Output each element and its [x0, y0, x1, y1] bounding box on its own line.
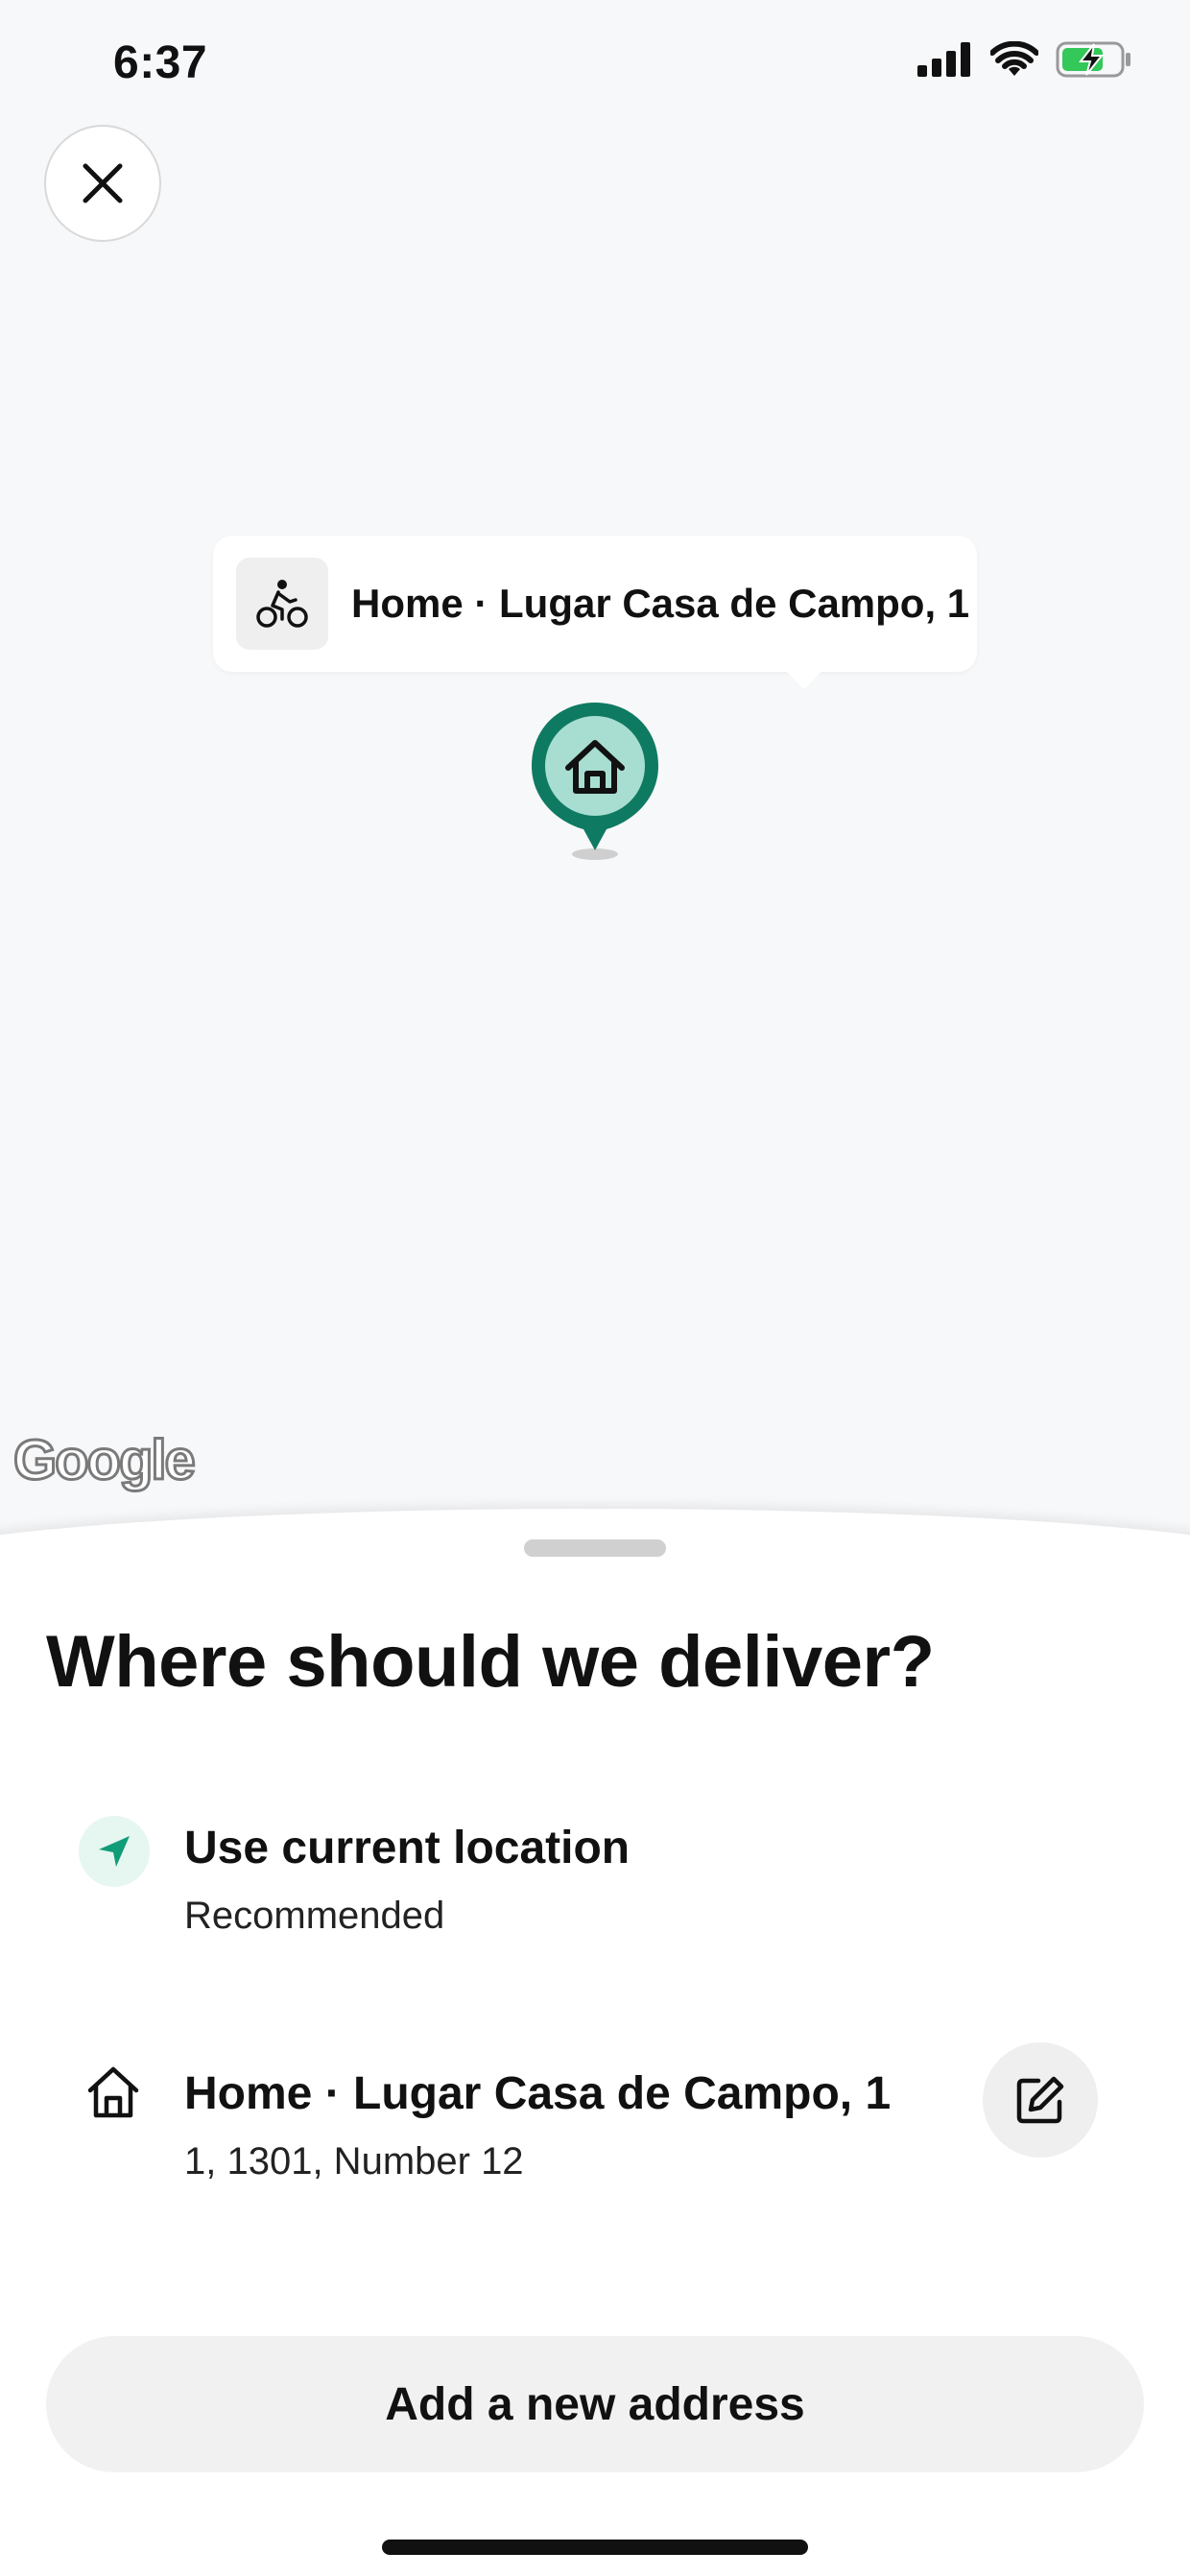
navigation-arrow-icon — [99, 1836, 130, 1867]
add-new-address-button[interactable]: Add a new address — [46, 2336, 1144, 2472]
edit-address-button[interactable] — [983, 2042, 1098, 2158]
current-location-title: Use current location — [184, 1823, 631, 1873]
sheet-drag-handle[interactable] — [524, 1539, 666, 1557]
wifi-icon — [990, 41, 1038, 76]
saved-address-home[interactable]: Home · Lugar Casa de Campo, 1 1, 1301, N… — [0, 2042, 1190, 2215]
delivery-address-screen: 6:37 Home · Lugar Casa de Campo, 1 Googl… — [0, 0, 1190, 2576]
home-icon-wrap — [83, 2062, 144, 2123]
use-current-location-option[interactable]: Use current location Recommended — [0, 1797, 1190, 1969]
status-icons — [917, 40, 1132, 79]
close-icon — [83, 163, 123, 203]
home-pin-icon — [532, 703, 658, 860]
google-attribution-logo: Google — [12, 1428, 198, 1493]
location-icon-circle — [79, 1816, 150, 1887]
bottom-sheet: Where should we deliver? Use current loc… — [0, 1509, 1190, 2576]
cellular-signal-icon — [917, 42, 970, 77]
status-bar: 6:37 — [0, 0, 1190, 134]
status-time: 6:37 — [113, 37, 208, 88]
callout-address-label: Home · Lugar Casa de Campo, 1 — [351, 581, 970, 626]
callout-icon-box — [236, 558, 328, 650]
edit-icon — [1016, 2076, 1064, 2124]
close-button[interactable] — [44, 125, 161, 242]
current-location-subtitle: Recommended — [184, 1895, 445, 1937]
home-indicator — [382, 2540, 808, 2555]
battery-charging-icon — [1056, 41, 1130, 78]
home-icon — [87, 2066, 139, 2118]
map-location-pin — [526, 699, 664, 862]
home-address-title: Home · Lugar Casa de Campo, 1 — [184, 2068, 892, 2119]
bike-courier-icon — [256, 580, 308, 628]
map-address-callout: Home · Lugar Casa de Campo, 1 — [213, 536, 977, 689]
home-address-subtitle: 1, 1301, Number 12 — [184, 2140, 524, 2182]
sheet-title: Where should we deliver? — [46, 1621, 935, 1703]
